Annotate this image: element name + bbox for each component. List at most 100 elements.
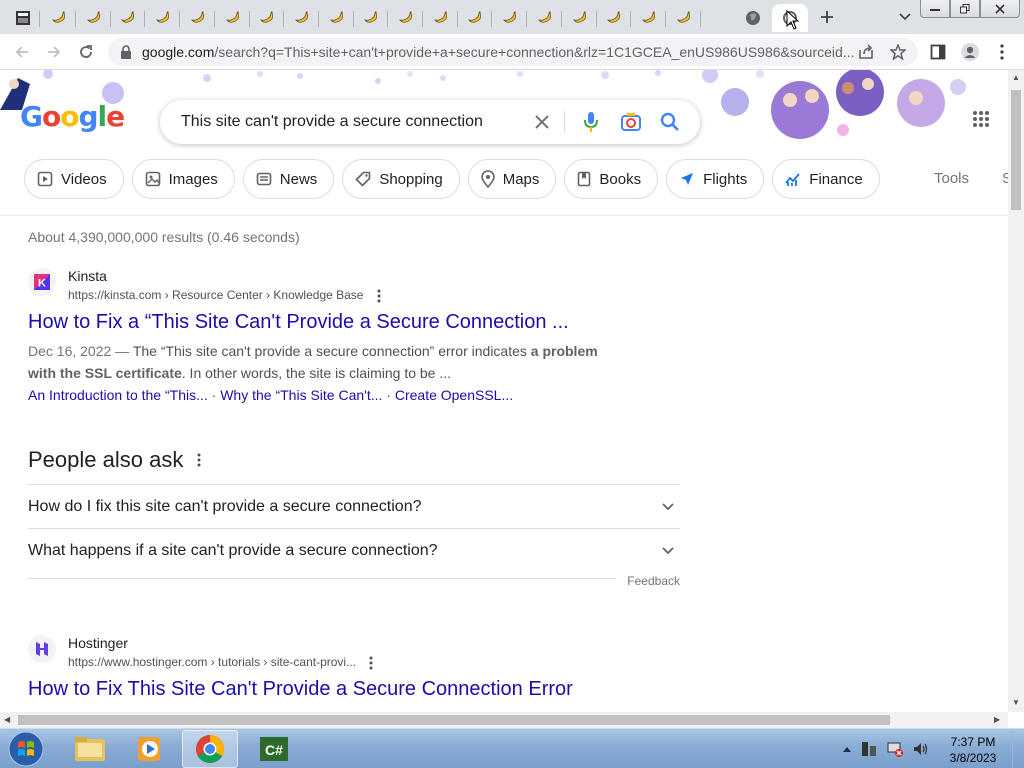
browser-menu-button[interactable] — [990, 40, 1014, 64]
chip-shopping[interactable]: Shopping — [342, 159, 460, 199]
result-site-info[interactable]: K Kinsta https://kinsta.com › Resource C… — [28, 266, 648, 306]
horizontal-scroll-thumb[interactable] — [18, 715, 890, 725]
result-title-link[interactable]: How to Fix a “This Site Can't Provide a … — [28, 309, 648, 335]
tab-globe[interactable] — [736, 4, 770, 32]
image-icon — [145, 171, 160, 187]
kebab-menu-icon[interactable] — [369, 656, 373, 670]
search-input[interactable] — [181, 113, 521, 131]
clear-search-button[interactable] — [530, 110, 554, 134]
vertical-scroll-thumb[interactable] — [1011, 90, 1021, 210]
taskbar-media-player[interactable] — [122, 730, 178, 768]
chip-videos[interactable]: Videos — [24, 159, 124, 199]
network-icon[interactable] — [886, 740, 904, 758]
tab-banana[interactable] — [181, 4, 215, 32]
tab-banana[interactable] — [354, 4, 389, 32]
tab-banana[interactable] — [285, 4, 319, 32]
tab-active[interactable] — [772, 4, 808, 32]
minimize-button[interactable] — [920, 0, 950, 18]
scroll-up-arrow-icon[interactable]: ▲ — [1012, 73, 1020, 82]
people-also-ask: People also ask How do I fix this site c… — [28, 445, 680, 588]
side-panel-icon — [930, 44, 946, 60]
share-icon[interactable] — [858, 44, 874, 60]
tab-banana[interactable] — [77, 4, 111, 32]
paa-question[interactable]: What happens if a site can't provide a s… — [28, 528, 680, 572]
search-filter-chips: Videos Images News Shopping Maps Books F… — [24, 159, 880, 199]
google-logo[interactable]: Google — [20, 100, 125, 133]
clock-date: 3/8/2023 — [949, 751, 997, 765]
chip-news[interactable]: News — [242, 159, 335, 199]
tray-device-icon[interactable] — [860, 740, 878, 758]
banana-icon — [572, 11, 586, 23]
scroll-left-arrow-icon[interactable]: ◀ — [4, 715, 10, 724]
tab-banana[interactable] — [389, 4, 423, 32]
scroll-right-arrow-icon[interactable]: ▶ — [994, 715, 1000, 724]
chip-images[interactable]: Images — [131, 159, 235, 199]
tab-banana[interactable] — [42, 4, 76, 32]
chip-books[interactable]: Books — [564, 159, 659, 199]
site-favicon — [28, 635, 56, 663]
image-search-button[interactable] — [619, 110, 643, 134]
new-tab-button[interactable] — [816, 7, 838, 27]
result-title-link[interactable]: How to Fix This Site Can't Provide a Sec… — [28, 676, 648, 702]
tab-search-button[interactable] — [894, 7, 916, 27]
tab-banana[interactable] — [667, 4, 701, 32]
taskbar-chrome[interactable] — [182, 730, 238, 768]
voice-search-button[interactable] — [579, 110, 603, 134]
google-apps-icon[interactable] — [972, 110, 990, 128]
star-icon[interactable] — [890, 44, 906, 60]
paa-question[interactable]: How do I fix this site can't provide a s… — [28, 484, 680, 528]
tab-banana[interactable] — [563, 4, 597, 32]
site-name: Kinsta — [68, 268, 107, 284]
sitelink[interactable]: Create OpenSSL... — [395, 387, 513, 403]
reload-button[interactable] — [74, 40, 98, 64]
result-snippet: Dec 16, 2022 — The “This site can't prov… — [28, 343, 598, 381]
tab-banana[interactable] — [250, 4, 285, 32]
address-bar[interactable]: google.com/search?q=This+site+can't+prov… — [108, 38, 918, 66]
taskbar-clock[interactable]: 7:37 PM 3/8/2023 — [942, 734, 1004, 766]
tab-banana[interactable] — [424, 4, 458, 32]
tab-app[interactable] — [6, 4, 40, 32]
horizontal-scrollbar[interactable]: ◀ ▶ — [0, 712, 1008, 728]
volume-icon[interactable] — [912, 740, 930, 758]
svg-text:C#: C# — [265, 742, 283, 758]
search-button[interactable] — [658, 110, 682, 134]
windows-logo-icon — [8, 731, 44, 767]
forward-button[interactable] — [42, 40, 66, 64]
tools-button[interactable]: Tools — [934, 170, 969, 187]
chip-flights[interactable]: Flights — [666, 159, 765, 199]
tab-banana[interactable] — [597, 4, 632, 32]
taskbar-csharp[interactable]: C# — [246, 730, 302, 768]
back-button[interactable] — [10, 40, 34, 64]
result-site-info[interactable]: Hostinger https://www.hostinger.com › tu… — [28, 633, 648, 673]
chip-finance[interactable]: Finance — [772, 159, 880, 199]
kebab-menu-icon[interactable] — [197, 453, 201, 467]
scroll-down-arrow-icon[interactable]: ▼ — [1012, 698, 1020, 707]
restore-button[interactable] — [950, 0, 980, 18]
close-window-button[interactable] — [980, 0, 1020, 18]
profile-button[interactable] — [958, 40, 982, 64]
banana-icon — [676, 11, 690, 23]
tab-banana[interactable] — [493, 4, 528, 32]
kebab-menu-icon[interactable] — [377, 289, 381, 303]
tab-banana[interactable] — [146, 4, 181, 32]
tab-banana[interactable] — [458, 4, 493, 32]
chip-maps[interactable]: Maps — [467, 159, 557, 199]
paa-divider — [28, 578, 616, 579]
taskbar-explorer[interactable] — [62, 730, 118, 768]
start-button[interactable] — [6, 731, 46, 767]
tab-banana[interactable] — [632, 4, 666, 32]
vertical-scrollbar[interactable]: ▲ ▼ — [1008, 70, 1024, 712]
sitelink[interactable]: Why the “This Site Can't... — [220, 387, 382, 403]
tab-banana[interactable] — [111, 4, 146, 32]
show-desktop-button[interactable] — [1012, 729, 1024, 768]
tray-expand-icon[interactable] — [842, 745, 852, 753]
side-panel-button[interactable] — [926, 40, 950, 64]
feedback-link[interactable]: Feedback — [627, 574, 680, 588]
search-icon — [660, 112, 679, 131]
window-controls — [920, 0, 1020, 18]
tab-banana[interactable] — [216, 4, 250, 32]
sitelink[interactable]: An Introduction to the “This... — [28, 387, 208, 403]
banana-icon — [51, 11, 65, 23]
tab-banana[interactable] — [320, 4, 354, 32]
tab-banana[interactable] — [528, 4, 562, 32]
